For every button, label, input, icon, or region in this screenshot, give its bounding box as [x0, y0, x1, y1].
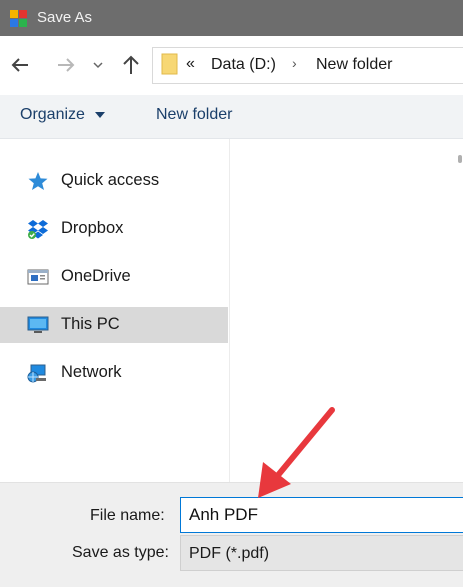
breadcrumb-item-new-folder[interactable]: New folder: [316, 56, 392, 74]
breadcrumb-overflow[interactable]: «: [186, 55, 195, 73]
organize-button[interactable]: Organize: [20, 106, 106, 124]
arrow-right-icon: [58, 58, 75, 72]
arrow-left-icon: [11, 58, 28, 72]
sidebar-item-quick-access[interactable]: Quick access: [0, 163, 228, 199]
navigation-pane: Quick access Dropbox OneDrive This PC Ne…: [0, 139, 230, 482]
sidebar-item-label: Dropbox: [61, 219, 124, 237]
new-folder-button[interactable]: New folder: [156, 106, 232, 124]
scroll-indicator: [458, 155, 462, 163]
onedrive-icon: [27, 269, 49, 285]
network-icon: [27, 364, 46, 383]
sidebar-item-label: OneDrive: [61, 267, 131, 285]
save-as-type-label: Save as type:: [72, 544, 169, 561]
chevron-down-icon: [93, 62, 103, 69]
file-name-label: File name:: [90, 507, 165, 524]
sidebar-item-label: This PC: [61, 315, 120, 333]
dropdown-arrow-icon: [95, 112, 106, 118]
sidebar-item-label: Network: [61, 363, 122, 381]
app-icon: [10, 10, 27, 27]
back-button[interactable]: [9, 54, 31, 76]
organize-label: Organize: [20, 106, 85, 123]
save-as-type-select[interactable]: PDF (*.pdf): [180, 535, 463, 571]
breadcrumb-item-data-drive[interactable]: Data (D:): [211, 56, 276, 74]
sidebar-item-dropbox[interactable]: Dropbox: [0, 211, 228, 247]
window-title: Save As: [37, 9, 93, 26]
breadcrumb-separator-icon[interactable]: ›: [292, 55, 297, 71]
file-name-input[interactable]: [180, 497, 463, 533]
forward-button[interactable]: [55, 54, 77, 76]
arrow-up-icon: [123, 55, 139, 74]
title-bar: Save As: [0, 0, 463, 36]
sidebar-item-this-pc[interactable]: This PC: [0, 307, 228, 343]
sidebar-item-label: Quick access: [61, 171, 160, 189]
recent-locations-button[interactable]: [91, 54, 105, 76]
up-button[interactable]: [120, 54, 142, 76]
dropbox-icon: [28, 220, 48, 239]
address-bar[interactable]: [152, 47, 463, 84]
file-list-area[interactable]: [230, 139, 463, 482]
star-icon: [28, 172, 48, 190]
monitor-icon: [27, 316, 49, 333]
folder-icon: [161, 53, 178, 75]
sidebar-item-network[interactable]: Network: [0, 355, 228, 391]
sidebar-item-onedrive[interactable]: OneDrive: [0, 259, 228, 295]
